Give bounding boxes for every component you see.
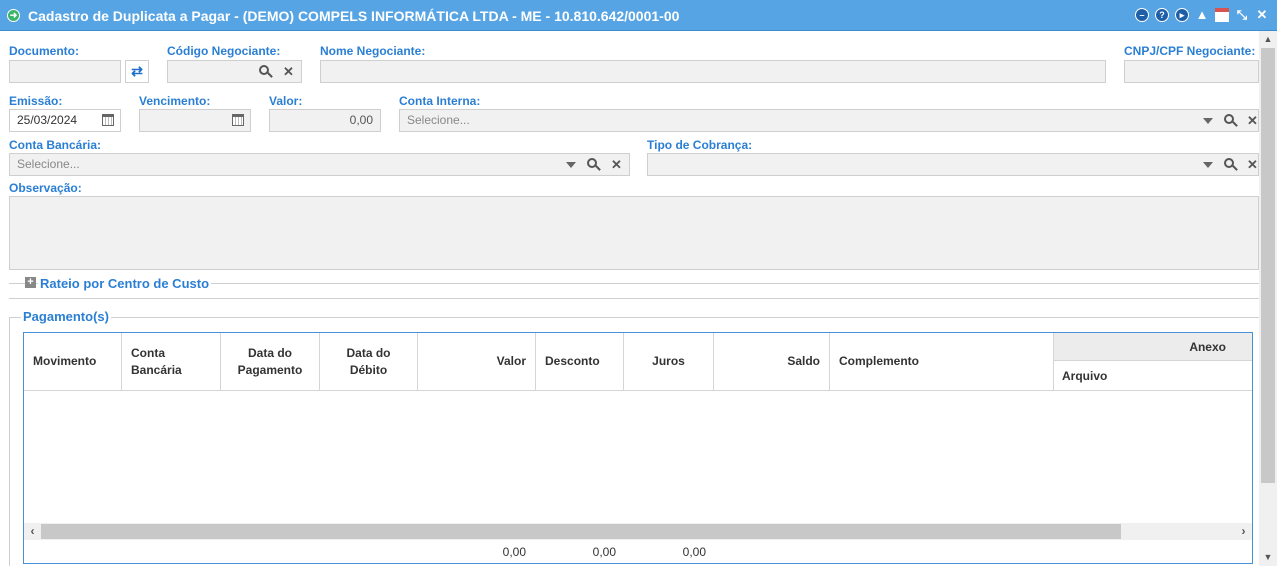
- column-juros[interactable]: Juros: [624, 333, 714, 391]
- column-data-pagamento[interactable]: Data do Pagamento: [221, 333, 320, 391]
- close-icon[interactable]: ✕: [1255, 8, 1269, 22]
- pagamentos-divider: [9, 317, 1259, 318]
- clear-icon[interactable]: ✕: [1247, 158, 1258, 172]
- chevron-down-icon[interactable]: [1203, 118, 1213, 124]
- clear-icon[interactable]: ✕: [283, 65, 294, 79]
- chevron-up-icon[interactable]: ▲: [1259, 31, 1277, 48]
- valor-input[interactable]: 0,00: [269, 109, 381, 132]
- pagamentos-title: Pagamento(s): [21, 309, 111, 324]
- chevron-right-icon[interactable]: ›: [1235, 523, 1252, 540]
- calendar-icon[interactable]: [232, 114, 244, 126]
- column-data-debito[interactable]: Data do Débito: [320, 333, 418, 391]
- conta-interna-placeholder: Selecione...: [407, 113, 470, 127]
- search-icon[interactable]: [259, 65, 273, 79]
- vertical-scrollbar[interactable]: ▲ ▼: [1259, 31, 1277, 566]
- window-titlebar: ➜ Cadastro de Duplicata a Pagar - (DEMO)…: [0, 0, 1277, 31]
- conta-bancaria-select[interactable]: Selecione...: [9, 153, 630, 176]
- rateio-title[interactable]: Rateio por Centro de Custo: [38, 276, 212, 291]
- collapse-icon[interactable]: ⤡: [1235, 8, 1249, 22]
- conta-interna-select[interactable]: Selecione...: [399, 109, 1259, 132]
- observacao-textarea[interactable]: [9, 196, 1259, 270]
- pagamentos-left-border: [9, 317, 10, 566]
- observacao-label: Observação:: [9, 181, 82, 195]
- cnpj-negociante-label: CNPJ/CPF Negociante:: [1124, 44, 1256, 58]
- calendar-icon[interactable]: [102, 114, 114, 126]
- minimize-icon[interactable]: –: [1135, 8, 1149, 22]
- clear-icon[interactable]: ✕: [1247, 114, 1258, 128]
- window-title: Cadastro de Duplicata a Pagar - (DEMO) C…: [28, 8, 680, 24]
- chevron-down-icon[interactable]: [566, 162, 576, 168]
- tipo-cobranca-label: Tipo de Cobrança:: [647, 138, 753, 152]
- scrollbar-thumb[interactable]: [1261, 48, 1275, 483]
- clear-icon[interactable]: ✕: [611, 158, 622, 172]
- column-movimento[interactable]: Movimento: [24, 333, 122, 391]
- refresh-button[interactable]: ⇄: [125, 60, 149, 83]
- chevron-left-icon[interactable]: ‹: [24, 523, 41, 540]
- chevron-down-icon[interactable]: ▼: [1259, 549, 1277, 566]
- calendar-icon[interactable]: [1215, 8, 1229, 22]
- search-icon[interactable]: [587, 158, 601, 172]
- nome-negociante-input[interactable]: [320, 60, 1106, 83]
- conta-interna-label: Conta Interna:: [399, 94, 481, 108]
- chevron-down-icon[interactable]: [1203, 162, 1213, 168]
- tipo-cobranca-select[interactable]: [647, 153, 1259, 176]
- emissao-value: 25/03/2024: [17, 113, 78, 127]
- cnpj-negociante-input[interactable]: [1124, 60, 1259, 83]
- total-valor: 0,00: [502, 545, 526, 559]
- column-complemento[interactable]: Complemento: [830, 333, 1054, 391]
- scrollbar-thumb[interactable]: [41, 524, 1121, 539]
- horizontal-scrollbar[interactable]: ‹ ›: [24, 523, 1252, 540]
- nome-negociante-label: Nome Negociante:: [320, 44, 426, 58]
- conta-bancaria-placeholder: Selecione...: [17, 157, 80, 171]
- documento-label: Documento:: [9, 44, 79, 58]
- search-icon[interactable]: [1224, 158, 1238, 172]
- column-saldo[interactable]: Saldo: [714, 333, 830, 391]
- rateio-bottom-divider: [9, 298, 1259, 299]
- codigo-negociante-input[interactable]: [167, 60, 302, 83]
- column-conta-bancaria[interactable]: Conta Bancária: [122, 333, 221, 391]
- arrow-circle-icon: ➜: [7, 9, 20, 22]
- column-arquivo[interactable]: Arquivo: [1054, 361, 1252, 391]
- column-valor[interactable]: Valor: [418, 333, 536, 391]
- documento-input[interactable]: [9, 60, 121, 83]
- search-icon[interactable]: [1224, 114, 1238, 128]
- total-desconto: 0,00: [592, 545, 616, 559]
- codigo-negociante-label: Código Negociante:: [167, 44, 281, 58]
- refresh-icon: ⇄: [131, 63, 143, 79]
- emissao-label: Emissão:: [9, 94, 63, 108]
- pagamentos-grid: Movimento Conta Bancária Data do Pagamen…: [23, 332, 1253, 564]
- play-icon[interactable]: ▸: [1175, 8, 1189, 22]
- column-group-anexo: Anexo: [1054, 333, 1252, 361]
- window-controls: – ? ▸ ▲ ⤡ ✕: [1135, 8, 1269, 22]
- notification-icon[interactable]: ▲: [1195, 8, 1209, 22]
- valor-label: Valor:: [269, 94, 303, 108]
- help-icon[interactable]: ?: [1155, 8, 1169, 22]
- conta-bancaria-label: Conta Bancária:: [9, 138, 102, 152]
- plus-icon[interactable]: +: [25, 277, 36, 288]
- column-desconto[interactable]: Desconto: [536, 333, 624, 391]
- total-juros: 0,00: [682, 545, 706, 559]
- vencimento-label: Vencimento:: [139, 94, 211, 108]
